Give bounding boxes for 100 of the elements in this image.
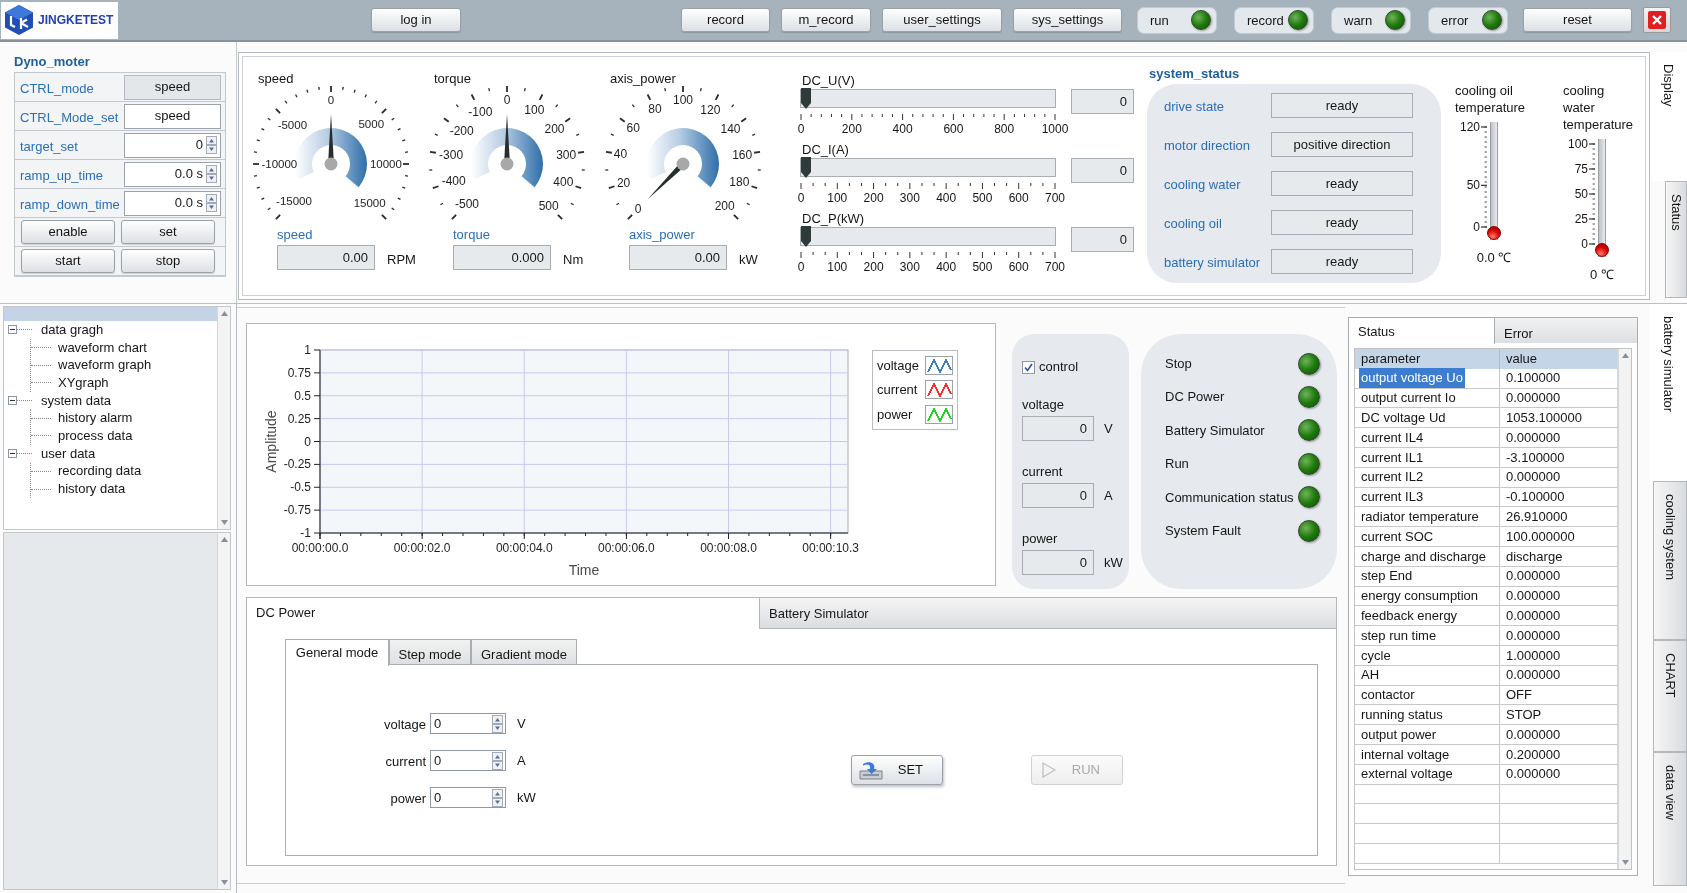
close-icon[interactable] [1648,11,1666,29]
legend-label: voltage [877,356,919,375]
side-tab[interactable]: cooling system [1653,481,1687,640]
scale-label: -5000 [277,119,308,132]
column-header[interactable]: value [1500,349,1617,369]
tree-item[interactable]: history alarm [58,410,133,427]
spinner-arrows-icon[interactable] [492,788,503,807]
action-button[interactable]: stop [121,249,215,273]
slider-thumb[interactable] [801,157,811,178]
spinner-arrows-icon[interactable] [206,194,217,212]
spinner-arrows-icon[interactable] [206,165,217,183]
tick-label: 00:00:08.0 [700,541,757,555]
numeric-field[interactable]: 0 [124,132,221,158]
slider-track[interactable] [800,89,1056,108]
spinner-arrows-icon[interactable] [206,136,217,154]
scrollbar[interactable] [217,533,230,889]
set-button[interactable]: SET [850,755,943,785]
numeric-field[interactable]: 0 [430,750,506,771]
close-button[interactable] [1643,7,1671,33]
tree-item[interactable]: recording data [58,463,142,480]
tree-item[interactable]: waveform chart [58,339,147,356]
scale-label: 100 [827,259,848,275]
tick-label: -0.5 [290,480,311,495]
scroll-up-icon[interactable] [1621,353,1629,358]
mode-selector[interactable]: speed [124,103,221,129]
tree-item[interactable]: user data [41,445,96,462]
minus-box-icon[interactable] [8,396,17,406]
slider-track[interactable] [800,158,1056,177]
tree-item[interactable]: waveform graph [58,357,152,374]
scrollbar[interactable] [1618,349,1631,869]
side-tab[interactable]: battery simulator [1650,304,1687,481]
table-cell: DC voltage Ud [1355,408,1500,428]
side-tab[interactable]: Status [1665,181,1687,298]
side-tab[interactable]: Display [1650,52,1687,181]
slider-thumb[interactable] [801,88,811,109]
action-button[interactable]: enable [21,220,115,244]
slider-track[interactable] [800,227,1056,246]
scrollbar[interactable] [217,307,230,529]
spinner-arrows-icon[interactable] [492,714,503,733]
side-tab[interactable]: data view [1653,752,1687,886]
toolbar-button[interactable]: record [681,8,770,32]
scroll-down-icon[interactable] [220,880,228,885]
scale-label: 400 [936,190,957,206]
tree-item[interactable]: XYgraph [58,374,109,391]
numeric-field[interactable]: 0.0 s [124,190,221,216]
scale-label: 500 [972,190,993,206]
scale-label: 500 [538,198,559,213]
tab[interactable]: General mode [285,639,389,666]
indicator-label: Battery Simulator [1165,421,1265,440]
numeric-field[interactable]: 0 [430,713,506,734]
tree-item[interactable]: process data [58,427,133,444]
panel-title: Dyno_moter [14,53,90,71]
numeric-field[interactable]: 0 [430,787,506,808]
tree-item[interactable]: data gragh [41,321,104,338]
checkbox[interactable] [1022,360,1035,374]
scale-label: 50 [1466,178,1480,193]
table-cell: internal voltage [1355,744,1500,764]
scale-label: 120 [1459,120,1480,134]
toolbar-button[interactable]: user_settings [882,8,1002,32]
action-button[interactable]: start [21,249,115,273]
tick-label: 00:00:04.0 [495,541,553,555]
scale-label: 10000 [369,158,402,170]
unit-label: RPM [387,250,416,269]
login-button[interactable]: log in [371,8,461,32]
tab[interactable]: Step mode [389,639,471,665]
tick-label: -1 [300,526,311,540]
spinner-arrows-icon[interactable] [492,751,503,770]
tab[interactable]: Battery Simulator [759,598,1336,629]
minus-box-icon[interactable] [8,325,17,335]
gauge-title: torque [434,70,471,88]
status-label: battery simulator [1164,254,1262,273]
tick-label: 1 [304,343,311,357]
table-cell: current IL1 [1355,448,1500,467]
numeric-field[interactable]: 0.0 s [124,161,221,187]
table-cell-text: OFF [1505,686,1533,705]
scale-label: 75 [1574,162,1588,176]
table-cell-text: 0.000000 [1505,666,1562,685]
scroll-up-icon[interactable] [220,311,228,316]
reset-button[interactable]: reset [1523,8,1632,32]
minus-box-icon[interactable] [8,449,17,459]
value-display: 0.00 [277,245,375,270]
tree-item[interactable]: history data [58,481,126,498]
side-tab[interactable]: CHART [1653,640,1687,752]
tree-item[interactable]: system data [41,392,112,409]
scroll-down-icon[interactable] [1621,860,1629,865]
toolbar-button[interactable]: m_record [781,8,871,32]
toolbar-button[interactable]: sys_settings [1013,8,1122,32]
scale-label: 200 [863,190,884,206]
tick-label: 0.5 [294,388,311,403]
status-display: ready [1271,93,1413,118]
scroll-up-icon[interactable] [220,537,228,542]
legend-label: power [877,405,913,424]
scale-label: 200 [841,121,862,137]
status-label: cooling oil [1164,215,1223,234]
action-button[interactable]: set [121,220,215,244]
tab[interactable]: Error [1495,317,1638,343]
scroll-down-icon[interactable] [220,520,228,525]
tab[interactable]: Gradient mode [471,639,577,665]
tab[interactable]: Status [1348,317,1495,344]
slider-thumb[interactable] [801,226,811,247]
